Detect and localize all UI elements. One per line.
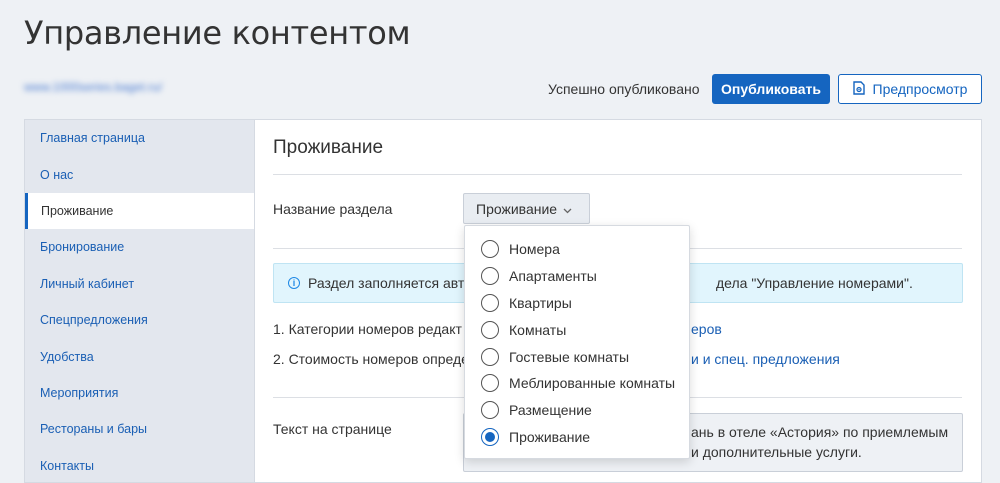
radio-button[interactable]	[481, 267, 499, 286]
preview-button[interactable]: Предпросмотр	[838, 74, 982, 104]
sidebar-item-account[interactable]: Личный кабинет	[25, 266, 254, 302]
option-label: Меблированные комнаты	[509, 375, 676, 392]
option-apartments[interactable]: Апартаменты	[465, 263, 689, 290]
radio-button[interactable]	[481, 240, 499, 259]
radio-button-checked[interactable]	[481, 427, 499, 446]
chevron-down-icon	[563, 201, 572, 217]
option-furnished-rooms[interactable]: Меблированные комнаты	[465, 370, 689, 397]
option-label: Квартиры	[509, 294, 572, 311]
note-2-link[interactable]: и и спец. предложения	[691, 351, 840, 367]
option-flats[interactable]: Квартиры	[465, 290, 689, 317]
divider	[273, 174, 962, 175]
note-line-1: 1. Категории номеров редакт	[273, 321, 462, 337]
radio-button[interactable]	[481, 401, 499, 420]
sidebar-item-home[interactable]: Главная страница	[25, 120, 254, 156]
publish-status-text: Успешно опубликовано	[548, 81, 700, 97]
page-title: Управление контентом	[24, 14, 411, 52]
option-label: Апартаменты	[509, 268, 597, 285]
radio-button[interactable]	[481, 293, 499, 312]
sidebar-item-contacts[interactable]: Контакты	[25, 448, 254, 483]
sidebar-item-booking[interactable]: Бронирование	[25, 229, 254, 265]
option-nomera[interactable]: Номера	[465, 236, 689, 263]
option-label: Размещение	[509, 402, 592, 419]
section-title: Проживание	[273, 137, 384, 158]
sidebar-item-events[interactable]: Мероприятия	[25, 375, 254, 411]
radio-button[interactable]	[481, 374, 499, 393]
sidebar-nav: Главная страница О нас Проживание Бронир…	[24, 119, 255, 483]
sidebar-item-offers[interactable]: Спецпредложения	[25, 302, 254, 338]
radio-button[interactable]	[481, 347, 499, 366]
document-eye-icon	[852, 80, 865, 98]
section-name-dropdown: Номера Апартаменты Квартиры Комнаты Гост…	[464, 225, 690, 459]
note-line-2: 2. Стоимость номеров опреде	[273, 351, 469, 367]
option-label: Гостевые комнаты	[509, 348, 630, 365]
info-text-end: дела "Управление номерами".	[716, 275, 913, 291]
info-text-start: Раздел заполняется авто	[308, 275, 472, 291]
option-label: Комнаты	[509, 321, 567, 338]
option-accommodation[interactable]: Проживание	[465, 424, 689, 451]
section-name-select-value: Проживание	[476, 200, 558, 217]
sidebar-item-about[interactable]: О нас	[25, 156, 254, 192]
sidebar-item-restaurants[interactable]: Рестораны и бары	[25, 411, 254, 447]
sidebar-item-accommodation[interactable]: Проживание	[25, 192, 255, 230]
note-1-text: 1. Категории номеров редакт	[273, 321, 462, 337]
info-icon: i	[288, 277, 300, 289]
option-placement[interactable]: Размещение	[465, 397, 689, 424]
option-guest-rooms[interactable]: Гостевые комнаты	[465, 343, 689, 370]
site-url[interactable]: www.1000series.baget.ru/	[24, 80, 162, 94]
sidebar-item-amenities[interactable]: Удобства	[25, 338, 254, 374]
page-text-label: Текст на странице	[273, 421, 392, 437]
note-2-text: 2. Стоимость номеров опреде	[273, 351, 469, 367]
option-label: Номера	[509, 241, 560, 258]
section-name-select[interactable]: Проживание	[463, 193, 590, 224]
note-1-link[interactable]: еров	[691, 321, 722, 337]
option-rooms[interactable]: Комнаты	[465, 316, 689, 343]
section-name-label: Название раздела	[273, 201, 393, 217]
publish-button[interactable]: Опубликовать	[712, 74, 830, 104]
preview-button-label: Предпросмотр	[872, 81, 968, 97]
radio-button[interactable]	[481, 320, 499, 339]
option-label: Проживание	[509, 428, 591, 445]
